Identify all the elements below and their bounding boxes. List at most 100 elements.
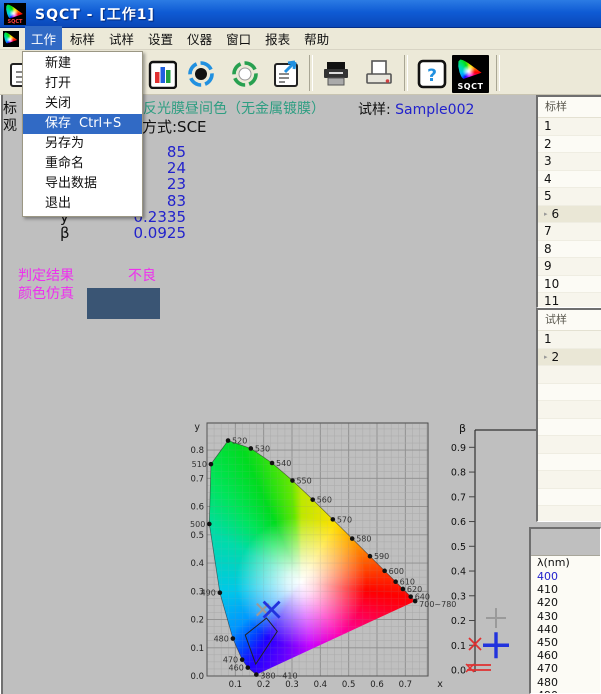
menubar-item-8[interactable]: 帮助 [298,26,335,51]
wavelength-row[interactable]: 460 [531,649,600,662]
document-icon[interactable] [3,31,19,47]
list-row[interactable]: 7 [538,223,601,241]
menu-bar: 工作标样试样设置仪器窗口报表帮助 [0,28,601,50]
observer-row-label-fragment: 观 [3,115,17,135]
menubar-item-7[interactable]: 报表 [259,26,296,51]
file-menu-dropdown: 新建打开关闭保存Ctrl+S另存为重命名导出数据退出 [22,51,143,217]
list-row[interactable]: 11 [538,293,601,308]
svg-text:380~410: 380~410 [260,672,297,681]
judge-result-value: 不良 [128,265,156,285]
svg-text:560: 560 [317,496,332,505]
list-row[interactable] [538,454,601,472]
svg-text:510: 510 [192,460,207,469]
list-row[interactable]: 1 [538,331,601,349]
list-row[interactable] [538,401,601,419]
list-row[interactable]: 2 [538,136,601,154]
list-row[interactable]: 8 [538,241,601,259]
help-button[interactable]: ? [412,54,451,94]
wavelength-panel-band [531,529,600,556]
chart-button[interactable] [142,54,181,94]
menubar-item-4[interactable]: 设置 [142,26,179,51]
standard-list-header: 标样 [538,97,601,118]
wavelength-row[interactable]: 430 [531,610,600,623]
list-row[interactable]: 9 [538,258,601,276]
export-icon [271,58,303,90]
chart-overlay: 380~410460470480490500510520530540550560… [185,418,445,690]
menubar-item-5[interactable]: 仪器 [181,26,218,51]
wavelength-row[interactable]: 420 [531,596,600,609]
file-menu-item[interactable]: 保存Ctrl+S [23,114,142,134]
file-menu-item[interactable]: 重命名 [23,154,142,174]
wavelength-row[interactable]: 450 [531,636,600,649]
svg-text:0.7: 0.7 [451,492,466,503]
export-button[interactable] [267,54,306,94]
menubar-item-2[interactable]: 标样 [64,26,101,51]
svg-text:580: 580 [356,535,371,544]
file-menu-item[interactable]: 关闭 [23,94,142,114]
standard-measure-button[interactable] [181,54,220,94]
file-menu-item[interactable]: 另存为 [23,134,142,154]
wavelength-row[interactable]: 480 [531,676,600,689]
list-row[interactable] [538,366,601,384]
window-title: SQCT - [工作1] [35,4,155,24]
list-row[interactable]: 1 [538,118,601,136]
svg-text:0.1: 0.1 [451,641,466,652]
list-row[interactable] [538,471,601,489]
sample-measure-button[interactable] [225,54,264,94]
color-type-text: 反光膜昼间色（无金属镀膜） [143,98,325,118]
svg-text:550: 550 [296,477,311,486]
file-menu-item[interactable]: 打开 [23,74,142,94]
wavelength-row[interactable]: 470 [531,662,600,675]
svg-text:0.6: 0.6 [451,517,466,528]
print-preview-button[interactable] [359,54,398,94]
svg-text:0.5: 0.5 [451,542,466,553]
file-menu-item[interactable]: 新建 [23,54,142,74]
print-icon [320,58,352,90]
wavelength-row[interactable]: 440 [531,623,600,636]
list-row[interactable]: 10 [538,276,601,294]
wavelength-row[interactable]: 410 [531,583,600,596]
list-row[interactable] [538,384,601,402]
title-bar[interactable]: SQCT SQCT - [工作1] [0,0,601,28]
svg-text:490: 490 [201,589,216,598]
list-row[interactable]: 4 [538,171,601,189]
svg-text:0.8: 0.8 [451,468,466,479]
menu-items: 工作标样试样设置仪器窗口报表帮助 [25,26,337,51]
list-row[interactable] [538,489,601,507]
list-row[interactable] [538,506,601,522]
svg-text:570: 570 [337,515,352,524]
file-menu-item[interactable]: 导出数据 [23,174,142,194]
list-row[interactable] [538,436,601,454]
list-row[interactable]: 3 [538,153,601,171]
svg-text:0.2: 0.2 [451,616,466,627]
judge-label: 判定结果 [18,265,74,285]
list-row[interactable]: ▸6 [538,206,601,224]
menubar-item-3[interactable]: 试样 [103,26,140,51]
menubar-item-1[interactable]: 工作 [25,26,62,51]
sqct-logo-button[interactable]: SQCT [451,54,490,94]
sample-label: 试样: [358,102,391,118]
list-row[interactable] [538,419,601,437]
menubar-item-6[interactable]: 窗口 [220,26,257,51]
toolbar-separator [496,55,500,91]
svg-text:590: 590 [374,552,389,561]
sqct-logo-icon [458,58,483,79]
app-window: SQCT SQCT - [工作1] 工作标样试样设置仪器窗口报表帮助 [0,0,601,694]
svg-text:460: 460 [229,664,244,673]
list-row[interactable]: ▸2 [538,349,601,367]
svg-text:500: 500 [190,520,205,529]
color-simulation-swatch [87,288,160,319]
svg-text:470: 470 [223,656,238,665]
svg-text:520: 520 [232,437,247,446]
file-menu-item[interactable]: 退出 [23,194,142,214]
wavelength-row[interactable]: 490 [531,689,600,694]
app-icon: SQCT [4,3,26,25]
color-simulation-label: 颜色仿真 [18,283,74,303]
standard-sample-list: 标样 12345▸67891011 [536,95,601,308]
list-row[interactable]: 5 [538,188,601,206]
trial-sample-list: 试样 1▸2 [536,308,601,522]
cie-gamut-icon [6,4,24,19]
print-button[interactable] [316,54,355,94]
sample-name-line: 试样: Sample002 [358,99,474,119]
wavelength-row[interactable]: 400 [531,570,600,583]
